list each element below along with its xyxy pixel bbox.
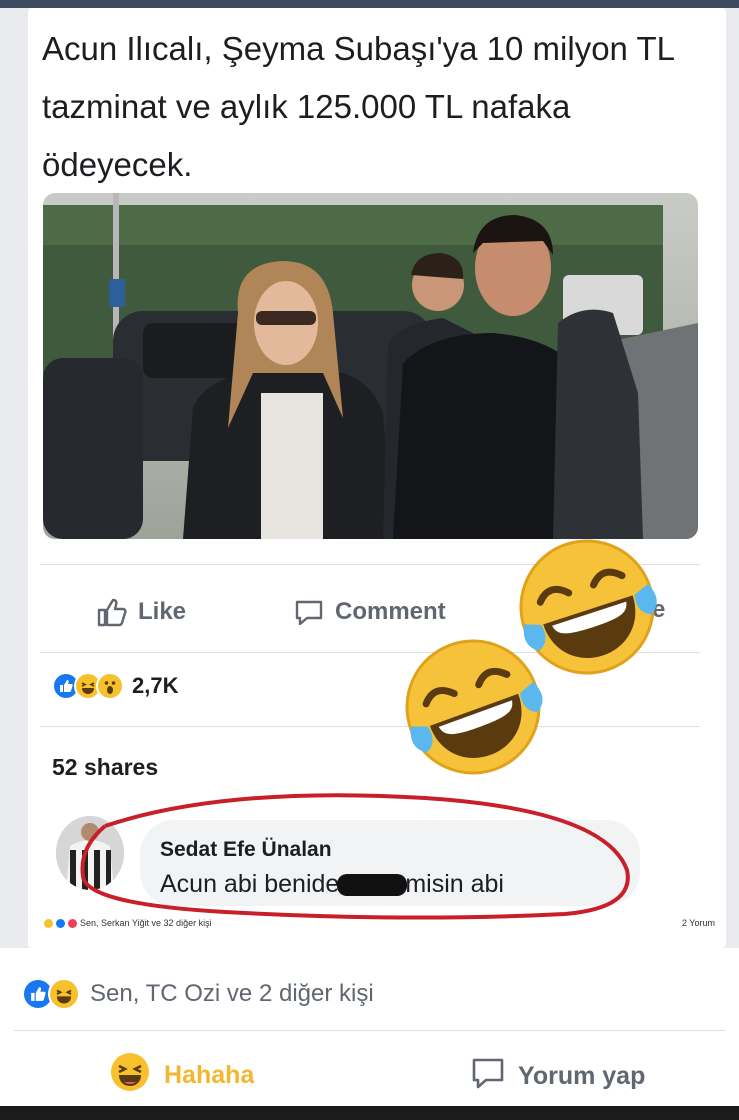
comment-button[interactable]: Comment — [293, 596, 446, 628]
laughing-tears-emoji-icon — [405, 639, 543, 775]
comment-icon — [470, 1056, 506, 1097]
comment-icon — [293, 596, 325, 628]
comment-reply-label: Yorum yap — [518, 1062, 646, 1090]
annotation-circle — [80, 793, 630, 920]
inner-reactors-text: Sen, Serkan Yiğit ve 32 diğer kişi — [80, 918, 212, 928]
post-photo[interactable] — [43, 193, 698, 539]
top-strip — [0, 0, 739, 8]
like-label: Like — [138, 598, 187, 625]
mini-love-icon — [68, 918, 77, 928]
haha-label: Hahaha — [164, 1061, 255, 1089]
post-headline: Acun Ilıcalı, Şeyma Subaşı'ya 10 milyon … — [42, 30, 674, 183]
wow-reaction-icon — [96, 672, 124, 700]
haha-reaction-icon — [48, 978, 80, 1010]
reaction-summary[interactable]: 2,7K — [52, 672, 178, 700]
like-button[interactable]: Like — [96, 596, 186, 628]
haha-button[interactable]: Hahaha — [110, 1052, 254, 1099]
bottom-strip — [0, 1106, 739, 1120]
thumbs-up-icon — [96, 596, 128, 628]
outer-divider — [14, 1030, 725, 1031]
mini-haha-icon — [44, 918, 53, 928]
inner-comments-count[interactable]: 2 Yorum — [682, 918, 715, 928]
reaction-count: 2,7K — [132, 673, 179, 698]
inner-reactors-line[interactable]: Sen, Serkan Yiğit ve 32 diğer kişi — [44, 918, 212, 928]
comment-label: Comment — [335, 598, 446, 625]
divider-reactions — [40, 726, 700, 727]
comment-reply-button[interactable]: Yorum yap — [470, 1056, 645, 1097]
mini-like-icon — [56, 918, 65, 928]
shares-count[interactable]: 52 shares — [52, 754, 158, 781]
outer-reactors-text: Sen, TC Ozi ve 2 diğer kişi — [90, 980, 374, 1007]
outer-reaction-summary[interactable]: Sen, TC Ozi ve 2 diğer kişi — [22, 978, 374, 1010]
haha-icon — [110, 1052, 150, 1099]
